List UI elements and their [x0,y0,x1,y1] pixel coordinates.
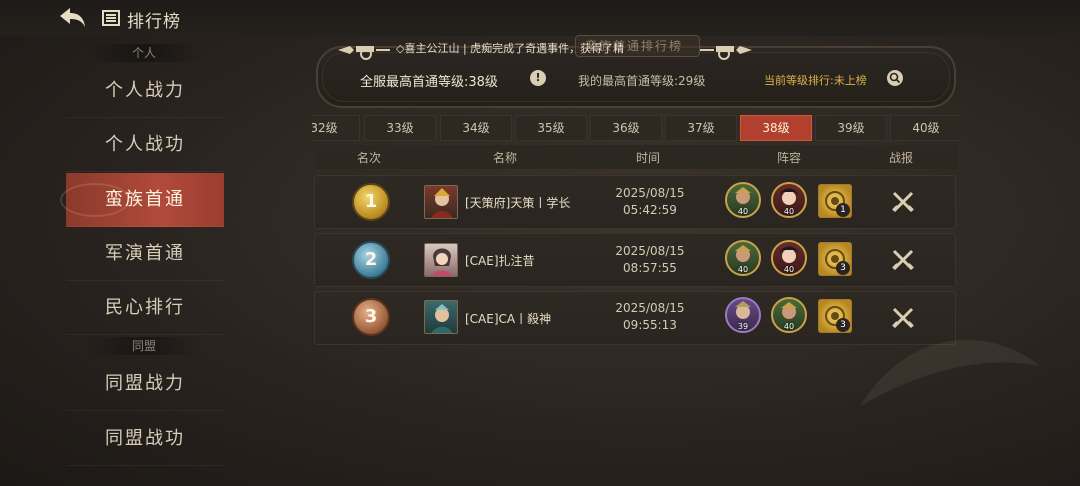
hero-portrait[interactable]: 40 [725,240,761,276]
sidebar-item-alliance-power[interactable]: 同盟战力 [66,357,224,411]
clear-time: 08:57:55 [623,261,677,275]
tab-level-38[interactable]: 38级 [740,115,812,141]
sidebar-item-personal-power[interactable]: 个人战力 [66,64,224,118]
sidebar-item-label: 个人战力 [105,80,185,101]
sidebar-item-label: 同盟战力 [105,373,185,394]
player-name[interactable]: [天策府]天策丨学长 [465,194,570,211]
player-name[interactable]: [CAE]CA丨殺神 [465,310,551,327]
sidebar-item-label: 个人战功 [105,134,185,155]
tactic-level: 1 [836,203,850,217]
hero-level: 39 [737,322,749,331]
sidebar-item-label: 蛮族首通 [105,189,185,210]
sidebar: 个人 个人战力 个人战功 蛮族首通 军演首通 民心排行 同盟 同盟战力 同盟战功 [60,36,226,486]
info-icon[interactable]: ! [530,70,546,86]
clear-date: 2025/08/15 [615,244,685,258]
hero-portrait[interactable]: 40 [771,297,807,333]
tab-level-40[interactable]: 40级 [890,115,960,141]
back-arrow-icon[interactable] [58,6,90,30]
column-header-time: 时间 [636,151,661,165]
sidebar-item-label: 军演首通 [105,243,185,264]
hero-level: 40 [783,265,795,274]
clear-time: 05:42:59 [623,203,677,217]
sidebar-item-label: 同盟战功 [105,428,185,449]
ranking-book-icon [102,10,120,26]
sidebar-item-barbarian-first-clear[interactable]: 蛮族首通 [60,173,224,227]
tab-level-37[interactable]: 37级 [665,115,737,141]
tab-level-36[interactable]: 36级 [590,115,662,141]
player-name[interactable]: [CAE]扎注昔 [465,252,535,269]
hero-portrait[interactable]: 40 [771,182,807,218]
avatar[interactable] [424,300,458,334]
chariot-right-icon [698,40,754,60]
hero-level: 40 [783,322,795,331]
tactic-scroll-icon[interactable]: 1 [818,184,852,218]
column-header-lineup: 阵容 [777,151,802,165]
current-rank-status: 当前等级排行:未上榜 [764,74,867,87]
search-icon[interactable] [887,70,903,86]
sidebar-item-alliance-merit[interactable]: 同盟战功 [66,412,224,466]
column-header-rank: 名次 [357,151,382,165]
background-ornament [850,306,1050,426]
hero-portrait[interactable]: 40 [725,182,761,218]
hero-level: 40 [737,207,749,216]
hero-level: 40 [737,265,749,274]
page-title: 排行榜 [127,12,181,32]
tactic-scroll-icon[interactable]: 3 [818,242,852,276]
crossed-swords-icon[interactable] [890,247,916,273]
server-top-level: 全服最高首通等级:38级 [360,75,498,90]
avatar[interactable] [424,185,458,219]
my-top-level: 我的最高首通等级:29级 [578,74,706,88]
sidebar-item-label: 民心排行 [105,297,185,318]
rank-medal-gold: 1 [352,183,390,221]
tactic-scroll-icon[interactable]: 3 [818,299,852,333]
avatar[interactable] [424,243,458,277]
clear-date: 2025/08/15 [615,301,685,315]
hero-portrait[interactable]: 40 [771,240,807,276]
sidebar-item-personal-merit[interactable]: 个人战功 [66,118,224,172]
level-tabs: 32级 33级 34级 35级 36级 37级 38级 39级 40级 [312,115,960,141]
news-ticker: ◇喜主公江山 | 虎痴完成了奇遇事件，获得了精 [396,42,625,55]
tactic-level: 3 [836,261,850,275]
clear-time: 09:55:13 [623,318,677,332]
clear-date: 2025/08/15 [615,186,685,200]
tab-level-34[interactable]: 34级 [440,115,512,141]
crossed-swords-icon[interactable] [890,189,916,215]
hero-portrait[interactable]: 39 [725,297,761,333]
tab-level-33[interactable]: 33级 [364,115,436,141]
section-header-personal: 个人 [86,44,202,62]
tab-level-39[interactable]: 39级 [815,115,887,141]
tab-level-35[interactable]: 35级 [515,115,587,141]
rank-medal-bronze: 3 [352,298,390,336]
column-header-name: 名称 [493,151,518,165]
column-header-battle-report: 战报 [889,151,914,165]
sidebar-item-military-drill-first-clear[interactable]: 军演首通 [66,227,224,281]
tab-level-32[interactable]: 32级 [312,115,360,141]
sidebar-item-popularity-rank[interactable]: 民心排行 [66,281,224,335]
chariot-left-icon [336,40,392,60]
rank-medal-silver: 2 [352,241,390,279]
tactic-level: 3 [836,318,850,332]
section-header-alliance: 同盟 [86,337,202,355]
hero-level: 40 [783,207,795,216]
